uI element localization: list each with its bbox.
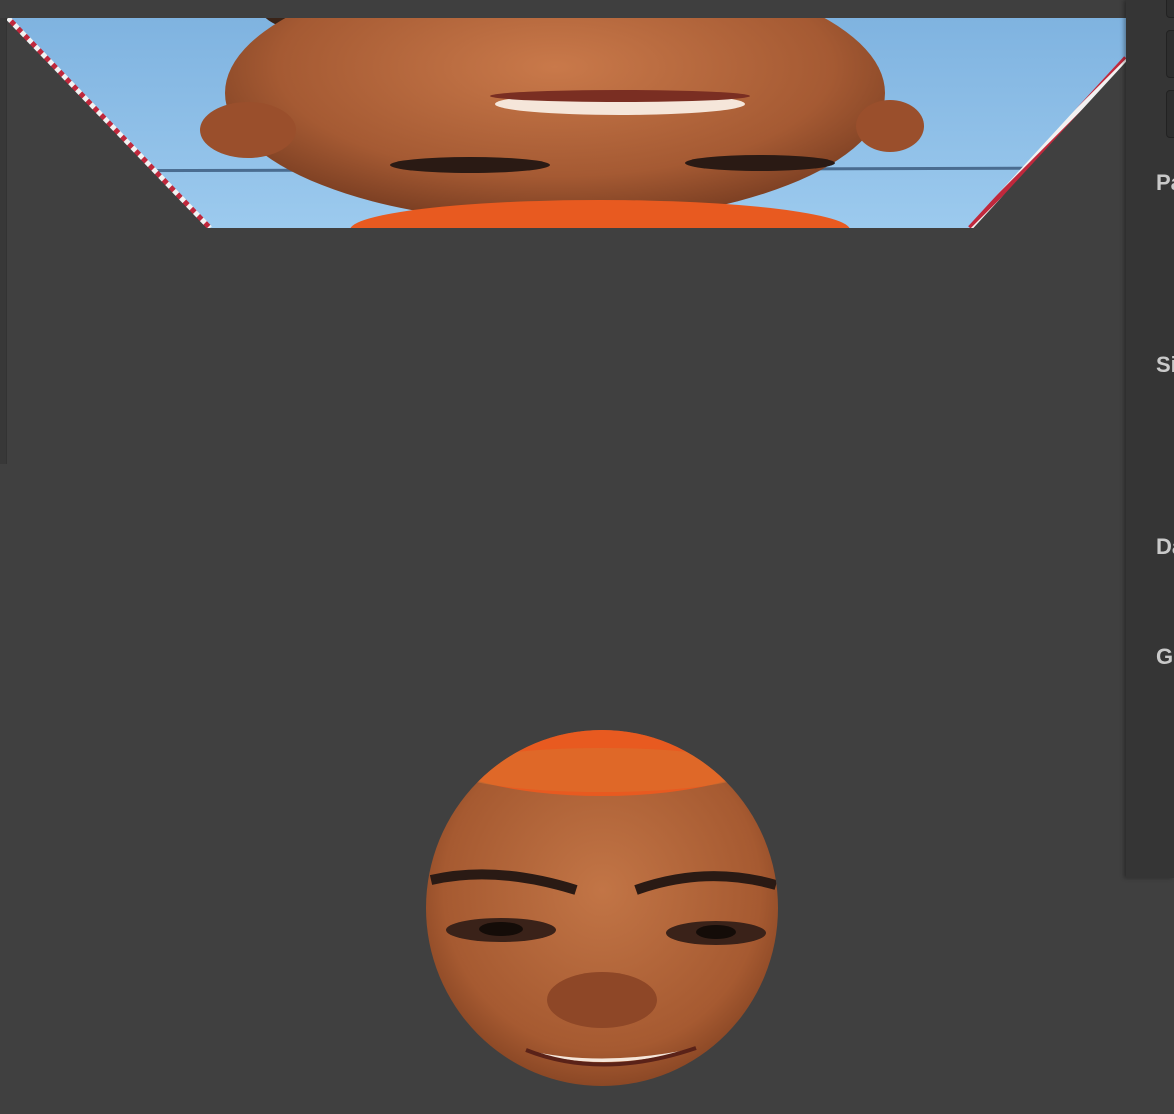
- left-panel-edge: [0, 18, 7, 464]
- side-panel-button[interactable]: [1166, 90, 1174, 138]
- section-label-si: Si: [1156, 352, 1174, 377]
- section-label-gl: Gl: [1156, 644, 1174, 669]
- side-panel-button[interactable]: [1166, 30, 1174, 78]
- section-label-da: Da: [1156, 534, 1174, 559]
- section-label-pa: Pa: [1156, 170, 1174, 195]
- settings-side-panel: Pa Si Da Gl: [1126, 0, 1174, 878]
- crop-frame[interactable]: [0, 18, 1126, 228]
- photo-preview: [6, 18, 1126, 228]
- face-preview-circle: [426, 730, 778, 1086]
- side-panel-button[interactable]: [1166, 0, 1174, 18]
- editor-window: Pa Si Da Gl: [0, 0, 1174, 1114]
- canvas-area[interactable]: [0, 0, 1126, 1114]
